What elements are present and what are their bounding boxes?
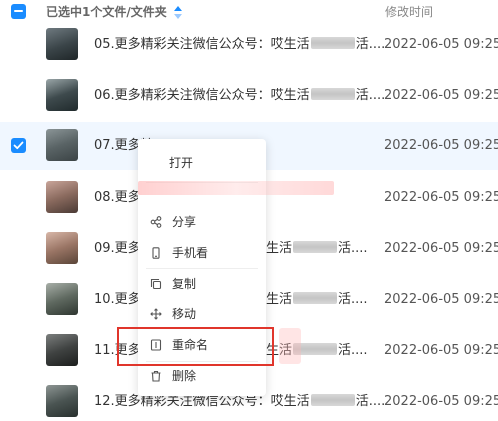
share-icon [150,216,162,228]
selection-count-label: 已选中1个文件/文件夹 [46,5,167,19]
checkmark-icon [13,141,24,150]
menu-item-share[interactable]: 分享 [138,208,266,238]
row-checkbox-checked[interactable] [11,138,26,153]
file-row[interactable]: 05.更多精彩关注微信公众号：哎生活 活.... 2022-06-05 09:25 [0,21,498,69]
redacted-text [293,241,338,253]
redacted-text [310,394,355,406]
menu-item-move[interactable]: 移动 [138,300,266,330]
video-thumbnail [46,129,78,161]
sort-icon[interactable] [173,6,183,19]
file-name[interactable]: 06.更多精彩关注微信公众号：哎生活 活.... [94,87,385,105]
modified-time: 2022-06-05 09:25 [384,37,498,52]
blurred-overlay [279,328,301,364]
modified-time: 2022-06-05 09:25 [384,138,498,153]
modified-time: 2022-06-05 09:25 [384,241,498,256]
blurred-watermark [138,181,334,195]
file-name-tail: 生活 活.... [266,241,368,256]
move-icon [150,308,162,320]
modified-time-column-header[interactable]: 修改时间 [385,4,433,20]
modified-time: 2022-06-05 09:25 [384,292,498,307]
redacted-text [310,37,355,49]
select-all-checkbox[interactable] [11,4,26,19]
menu-item-phone-view[interactable]: 手机看 [138,239,266,269]
file-name[interactable]: 05.更多精彩关注微信公众号：哎生活 活.... [94,36,385,54]
trash-icon [151,370,161,382]
modified-time: 2022-06-05 09:25 [384,88,498,103]
modified-time: 2022-06-05 09:25 [384,343,498,358]
modified-time: 2022-06-05 09:25 [384,394,498,409]
copy-icon [150,278,162,290]
file-list-page: 已选中1个文件/文件夹 修改时间 05.更多精彩关注微信公众号：哎生活 活....… [0,0,498,421]
redacted-text [310,88,355,100]
menu-item-open[interactable]: 打开 [138,149,266,179]
video-thumbnail [46,79,78,111]
file-name[interactable]: 08.更多 [94,189,141,207]
video-thumbnail [46,385,78,417]
menu-divider [146,268,258,269]
video-thumbnail [46,181,78,213]
menu-item-delete[interactable]: 删除 [138,362,266,392]
phone-icon [152,247,160,259]
video-thumbnail [46,283,78,315]
video-thumbnail [46,232,78,264]
file-name-tail: 生活 活.... [266,292,368,307]
file-name[interactable]: 09.更多 [94,240,141,258]
rename-highlight-box [117,327,274,366]
file-row[interactable]: 06.更多精彩关注微信公众号：哎生活 活.... 2022-06-05 09:25 [0,72,498,120]
video-thumbnail [46,334,78,366]
file-name[interactable]: 10.更多 [94,291,141,309]
video-thumbnail [46,28,78,60]
modified-time: 2022-06-05 09:25 [384,190,498,205]
redacted-text [293,292,338,304]
menu-item-copy[interactable]: 复制 [138,270,266,300]
